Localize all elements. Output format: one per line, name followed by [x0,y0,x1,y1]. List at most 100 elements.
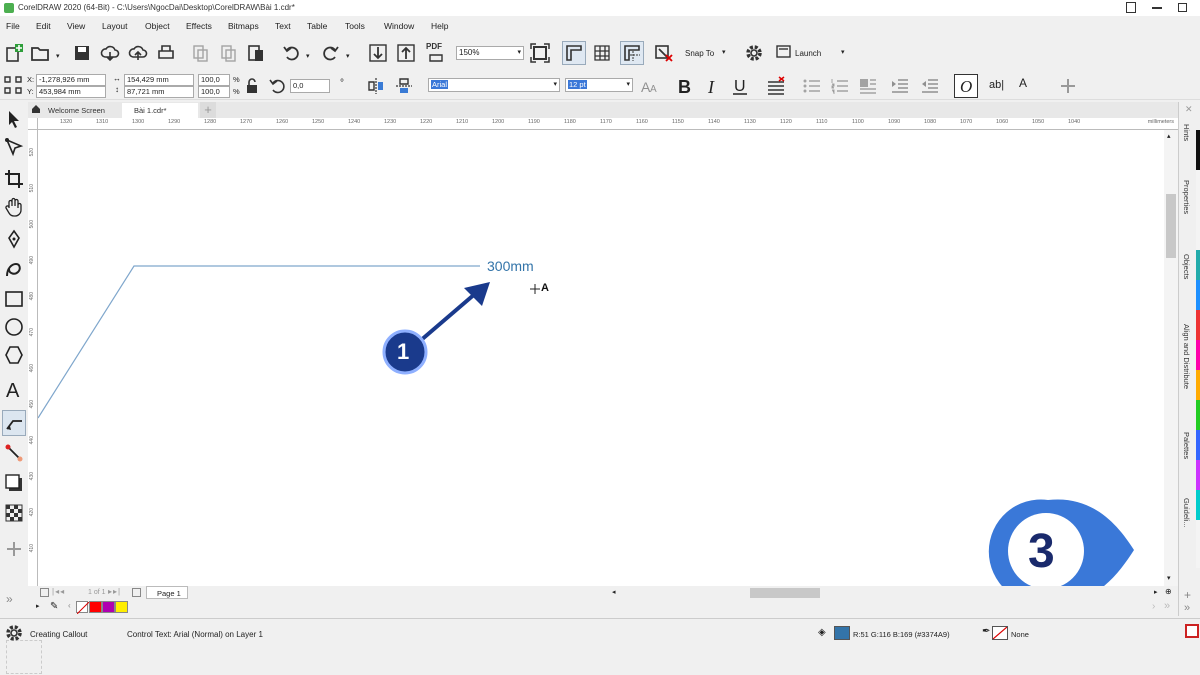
show-grid-icon[interactable] [590,41,614,65]
full-screen-preview-icon[interactable] [528,41,552,65]
vertical-ruler[interactable]: 520 510 500 490 480 470 460 450 440 430 420 410 [28,118,38,588]
expand-toolbox-icon[interactable]: » [6,592,13,606]
snap-to-label[interactable]: Snap To [685,49,714,58]
transparency-icon[interactable] [2,500,26,526]
menu-edit[interactable]: Edit [36,21,51,31]
color-proof-icon[interactable] [1185,624,1199,638]
palette-swatch-red[interactable] [89,601,102,613]
mirror-horizontal-icon[interactable] [364,74,388,98]
zoom-navigator-icon[interactable]: ⊕ [1165,587,1172,596]
docker-tab-properties[interactable]: Properties [1182,180,1191,214]
tab-bai-1-cdr[interactable]: Bài 1.cdr* [122,103,198,118]
cloud-download-icon[interactable] [98,41,122,65]
paragraph-format-icon[interactable] [764,74,788,98]
increase-indent-icon[interactable] [888,74,912,98]
object-origin-icon[interactable] [1,73,25,97]
next-last-page-icon[interactable]: ▸▸| [108,587,121,596]
docker-tab-palettes[interactable]: Palettes [1182,432,1191,459]
palette-swatch-none[interactable] [76,601,89,614]
redo-dropdown-chevron-icon[interactable]: ▾ [346,52,350,60]
palette-scroll-left-icon[interactable]: ‹ [68,601,71,610]
options-gear-icon[interactable] [742,41,766,65]
page-options-icon[interactable] [40,588,49,597]
launch-chevron-icon[interactable]: ▾ [841,48,845,56]
font-style-icon[interactable]: O [954,74,978,98]
docker-tab-objects[interactable]: Objects [1182,254,1191,279]
ruler-origin[interactable] [28,118,38,130]
docker-add-icon[interactable]: + [1184,588,1191,602]
text-direction-sample[interactable]: ab| [989,79,1004,91]
show-guidelines-icon[interactable] [620,41,644,65]
docker-tab-hints[interactable]: Hints [1182,124,1191,141]
menu-object[interactable]: Object [145,21,170,31]
drawing-canvas[interactable]: 300mm A 1 3 [38,130,1164,586]
vertical-scroll-thumb[interactable] [1166,194,1176,258]
drop-cap-icon[interactable] [856,74,880,98]
bold-icon[interactable]: B [672,74,696,98]
scale-height-field[interactable]: 100,0 [198,86,230,98]
mirror-vertical-icon[interactable] [392,74,416,98]
font-list-select[interactable]: Arial ▾ [428,78,560,92]
height-field[interactable]: 87,721 mm [124,86,194,98]
account-icon[interactable] [1126,2,1136,13]
horizontal-scroll-thumb[interactable] [750,588,820,598]
lock-ratio-icon[interactable] [240,74,264,98]
copy-icon[interactable] [216,41,240,65]
font-size-select[interactable]: 12 pt ▾ [565,78,633,92]
docker-tab-align-distribute[interactable]: Align and Distribute [1182,324,1191,389]
snap-off-icon[interactable] [652,41,676,65]
vertical-scrollbar[interactable]: ▴ ▾ [1164,130,1178,588]
menu-effects[interactable]: Effects [186,21,212,31]
connector-tool-icon[interactable] [2,440,26,466]
text-tool-icon[interactable]: A [2,376,26,402]
crop-tool-icon[interactable] [2,166,26,192]
import-icon[interactable] [366,41,390,65]
numbered-list-icon[interactable] [828,74,852,98]
scroll-right-icon[interactable]: ▸ [1154,588,1158,596]
drop-shadow-icon[interactable] [2,470,26,496]
publish-pdf-icon[interactable]: PDF [424,41,448,65]
redo-icon[interactable] [318,41,342,65]
italic-icon[interactable]: I [700,74,724,98]
print-icon[interactable] [154,41,178,65]
menu-bitmaps[interactable]: Bitmaps [228,21,259,31]
shape-tool-icon[interactable] [2,134,26,160]
open-folder-icon[interactable] [28,41,52,65]
polygon-tool-icon[interactable] [2,342,26,368]
tab-welcome-screen[interactable]: Welcome Screen [28,103,122,118]
cloud-upload-icon[interactable] [126,41,150,65]
scroll-down-icon[interactable]: ▾ [1167,574,1171,582]
rectangle-tool-icon[interactable] [2,286,26,312]
y-position-field[interactable]: 453,984 mm [36,86,106,98]
menu-layout[interactable]: Layout [102,21,128,31]
launch-icon[interactable] [772,41,796,65]
zoom-level-select[interactable]: 150% ▾ [456,46,524,60]
menu-text[interactable]: Text [275,21,291,31]
new-tab-plus-icon[interactable]: + [200,102,216,118]
cut-icon[interactable] [188,41,212,65]
palette-scroll-right-icon[interactable]: › [1152,601,1155,612]
open-dropdown-chevron-icon[interactable]: ▾ [56,52,60,60]
underline-icon[interactable]: U [728,74,752,98]
page-1-tab[interactable]: Page 1 [146,586,188,599]
docker-close-icon[interactable]: ✕ [1185,104,1193,115]
fill-color-swatch[interactable] [834,626,850,640]
outline-color-swatch[interactable] [992,626,1008,640]
text-properties-sample[interactable]: A [1019,76,1027,90]
docker-tab-guidelines[interactable]: Guideli... [1182,498,1191,528]
pan-hand-icon[interactable] [2,194,26,220]
menu-tools[interactable]: Tools [345,21,365,31]
artistic-media-icon[interactable] [2,256,26,282]
menu-table[interactable]: Table [307,21,327,31]
menu-window[interactable]: Window [384,21,414,31]
bullet-list-icon[interactable] [800,74,824,98]
palette-swatch-yellow[interactable] [115,601,128,613]
decrease-indent-icon[interactable] [918,74,942,98]
callout-text[interactable]: 300mm [487,258,534,274]
paste-icon[interactable] [244,41,268,65]
scale-width-field[interactable]: 100,0 [198,74,230,86]
width-field[interactable]: 154,429 mm [124,74,194,86]
save-icon[interactable] [70,41,94,65]
snap-to-chevron-icon[interactable]: ▾ [722,48,726,56]
launch-label[interactable]: Launch [795,49,821,58]
